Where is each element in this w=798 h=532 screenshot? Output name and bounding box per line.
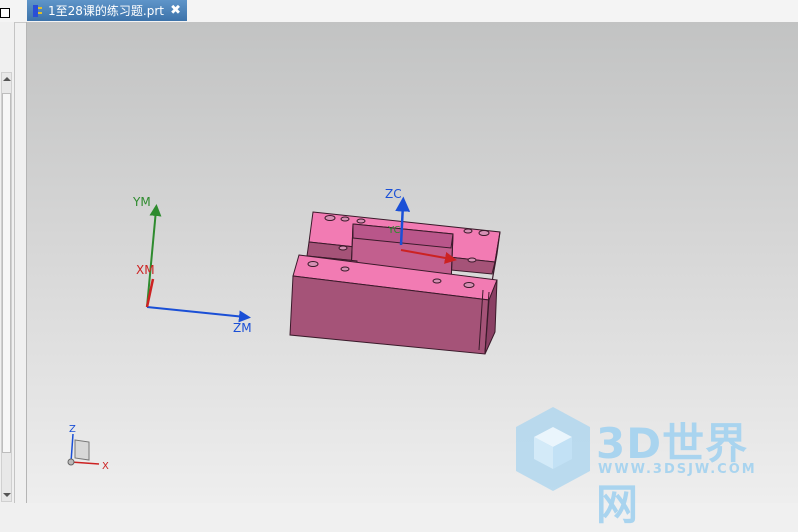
zm-axis — [146, 306, 251, 323]
view-x-axis — [70, 461, 100, 465]
document-tab-bar: 1至28课的练习题.prt ✖ — [0, 0, 798, 23]
view-z-axis — [70, 433, 74, 463]
xm-label: XM — [136, 263, 155, 277]
document-tab[interactable]: 1至28课的练习题.prt ✖ — [27, 0, 187, 21]
left-panel-strip — [0, 22, 15, 503]
vertical-scrollbar[interactable] — [1, 72, 12, 502]
document-tab-title: 1至28课的练习题.prt — [48, 4, 164, 18]
zm-label: ZM — [233, 321, 252, 335]
part-file-icon — [32, 4, 44, 18]
ym-axis — [146, 204, 162, 308]
close-tab-icon[interactable]: ✖ — [170, 3, 181, 18]
scrollbar-thumb[interactable] — [2, 93, 11, 453]
ym-label: YM — [132, 195, 151, 209]
yc-label: YC — [387, 225, 401, 236]
view-orientation-triad[interactable]: Z X — [67, 424, 109, 472]
watermark-url: WWW.3DSJW.COM — [598, 462, 757, 477]
scroll-down-icon[interactable] — [3, 493, 11, 497]
watermark: 3D世界网 WWW.3DSJW.COM — [514, 405, 784, 529]
scroll-up-icon[interactable] — [3, 77, 11, 81]
panel-toggle-box[interactable] — [0, 8, 10, 18]
view-z-label: Z — [69, 424, 76, 435]
view-x-label: X — [102, 461, 109, 472]
zc-label: ZC — [385, 187, 402, 201]
cube-logo-icon — [516, 407, 590, 491]
absolute-csys-triad: YM XM ZM — [132, 195, 252, 335]
